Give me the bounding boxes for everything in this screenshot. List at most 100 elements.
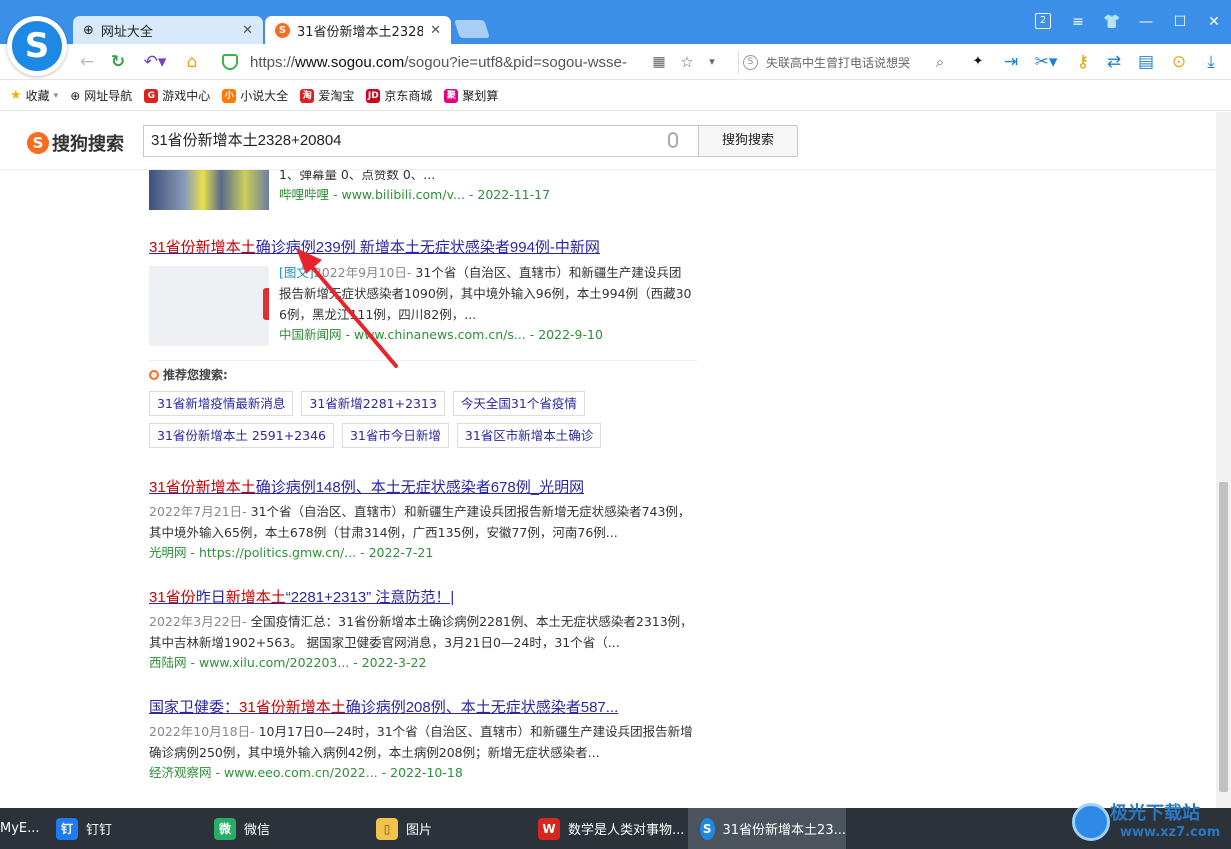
skin-icon[interactable]: 👕 bbox=[1102, 12, 1122, 32]
bookmark-favorites[interactable]: ★ 收藏 ▾ bbox=[10, 87, 58, 104]
related-searches-title: 推荐您搜索: bbox=[149, 366, 697, 383]
result-title-link[interactable]: 31省份新增本土确诊病例239例 新增本土无症状感染者994例-中新网 bbox=[149, 236, 709, 257]
search-result: 31省份昨日新增本土“2281+2313” 注意防范！| 2022年3月22日-… bbox=[149, 586, 709, 673]
result-thumbnail[interactable] bbox=[149, 266, 269, 346]
refresh-icon[interactable]: ↻ bbox=[107, 51, 129, 73]
maximize-icon[interactable]: ☐ bbox=[1170, 12, 1190, 32]
url-text[interactable]: https://www.sogou.com/sogou?ie=utf8&pid=… bbox=[250, 54, 645, 71]
watermark-logo-icon bbox=[1072, 803, 1110, 841]
related-search-chip[interactable]: 31省新增疫情最新消息 bbox=[149, 391, 294, 416]
dropdown-icon[interactable]: ▾ bbox=[705, 51, 719, 73]
close-icon[interactable]: ✕ bbox=[1204, 12, 1224, 32]
new-tab-button[interactable] bbox=[454, 20, 490, 38]
dingtalk-icon: 钉 bbox=[56, 817, 78, 840]
bookmark-jd[interactable]: JD 京东商城 bbox=[366, 87, 432, 104]
related-search-chip[interactable]: 31省份新增本土 2591+2346 bbox=[149, 423, 334, 448]
search-button[interactable]: 搜狗搜索 bbox=[698, 125, 798, 157]
result-source-line[interactable]: 经济观察网 - www.eeo.com.cn/2022... - 2022-10… bbox=[149, 763, 709, 783]
bookmark-juhuasuan[interactable]: 聚聚划算 bbox=[444, 87, 498, 104]
bookmark-novels[interactable]: 小小说大全 bbox=[222, 87, 288, 104]
undo-icon[interactable]: ↶▾ bbox=[140, 51, 170, 73]
search-icon bbox=[149, 369, 159, 380]
tab-nav-site[interactable]: ⊕ 网址大全 ✕ bbox=[73, 16, 263, 44]
site-watermark: 极光下载站 www.xz7.com bbox=[1068, 797, 1228, 847]
book-icon: 小 bbox=[222, 88, 237, 103]
video-thumbnail[interactable] bbox=[149, 166, 269, 210]
microphone-icon[interactable] bbox=[668, 132, 678, 148]
scrollbar-thumb[interactable] bbox=[1219, 482, 1228, 792]
menu-icon[interactable]: ≡ bbox=[1068, 12, 1088, 32]
clip-icon[interactable]: ▤ bbox=[1136, 51, 1156, 73]
divider bbox=[149, 360, 697, 361]
favorite-star-icon[interactable]: ☆ bbox=[678, 51, 696, 73]
key-icon[interactable]: ⚷ bbox=[1073, 51, 1093, 73]
login-icon[interactable]: ⇥ bbox=[1000, 51, 1022, 73]
page-viewport: S 搜狗搜索 31省份新增本土2328+20804 搜狗搜索 1、弹幕量 0、点赞… bbox=[0, 112, 1216, 808]
result-snippet: 2022年3月22日- 全国疫情汇总：31省份新增本土确诊病例2281例、本土无… bbox=[149, 614, 693, 650]
bookmark-taobao[interactable]: 淘爱淘宝 bbox=[300, 87, 354, 104]
taskbar-item-dingtalk[interactable]: 钉钉钉 bbox=[44, 808, 194, 849]
taskbar-item-wps[interactable]: W 数学是人类对事物... bbox=[526, 808, 686, 849]
window-count-badge[interactable]: 2 bbox=[1035, 13, 1051, 29]
search-result: 31省份新增本土确诊病例148例、本土无症状感染者678例_光明网 2022年7… bbox=[149, 476, 709, 563]
result-snippet: [图文]2022年9月10日- 31个省（自治区、直辖市）和新疆生产建设兵团 报告… bbox=[279, 265, 692, 322]
search-input[interactable]: 31省份新增本土2328+20804 bbox=[143, 125, 698, 157]
wechat-icon: 微 bbox=[214, 817, 236, 840]
related-search-chip[interactable]: 31省新增2281+2313 bbox=[301, 391, 445, 416]
star-icon: ★ bbox=[10, 88, 22, 103]
title-bar: ⊕ 网址大全 ✕ S 31省份新增本土2328+2 ✕ 2 ≡ 👕 — ☐ ✕ bbox=[0, 0, 1231, 44]
related-search-chip[interactable]: 31省市今日新增 bbox=[341, 423, 449, 448]
sogou-search-icon: S bbox=[743, 54, 758, 70]
folder-icon: ▯ bbox=[376, 817, 398, 840]
wps-icon: W bbox=[538, 817, 560, 840]
result-snippet: 2022年7月21日- 31个省（自治区、直辖市）和新疆生产建设兵团报告新增无症… bbox=[149, 504, 691, 540]
game-icon: G bbox=[144, 88, 159, 103]
minimize-icon[interactable]: — bbox=[1136, 12, 1156, 32]
result-source-line[interactable]: 中国新闻网 - www.chinanews.com.cn/s... - 2022… bbox=[279, 325, 709, 345]
more-icon[interactable]: ⊙ bbox=[1168, 51, 1190, 73]
result-source-line[interactable]: 西陆网 - www.xilu.com/202203... - 2022-3-22 bbox=[149, 653, 709, 673]
result-title-link[interactable]: 31省份新增本土确诊病例148例、本土无症状感染者678例_光明网 bbox=[149, 476, 709, 497]
tab-search-result[interactable]: S 31省份新增本土2328+2 ✕ bbox=[265, 16, 451, 44]
related-search-chip[interactable]: 今天全国31个省疫情 bbox=[452, 391, 585, 416]
result-snippet: 2022年10月18日- 10月17日0—24时，31个省（自治区、直辖市）和新… bbox=[149, 724, 693, 760]
result-title-link[interactable]: 国家卫健委：31省份新增本土确诊病例208例、本土无症状感染者587... bbox=[149, 696, 709, 717]
result-source-line[interactable]: 哔哩哔哩 - www.bilibili.com/v... - 2022-11-1… bbox=[279, 185, 709, 205]
globe-icon: ⊕ bbox=[70, 88, 81, 103]
vertical-scrollbar[interactable] bbox=[1216, 112, 1231, 808]
download-icon[interactable]: ⤓ bbox=[1200, 51, 1222, 73]
tab-close-icon[interactable]: ✕ bbox=[242, 23, 253, 38]
taskbar-item-browser[interactable]: S 31省份新增本土23... bbox=[688, 808, 846, 849]
search-result: 国家卫健委：31省份新增本土确诊病例208例、本土无症状感染者587... 20… bbox=[149, 696, 709, 783]
browser-logo[interactable]: S bbox=[7, 16, 67, 76]
related-search-chip[interactable]: 31省区市新增本土确诊 bbox=[456, 423, 602, 448]
bookmark-nav[interactable]: ⊕ 网址导航 bbox=[70, 87, 132, 104]
globe-icon: ⊕ bbox=[83, 22, 94, 38]
juhuasuan-icon: 聚 bbox=[444, 88, 459, 103]
taskbar-item-wechat[interactable]: 微微信 bbox=[202, 808, 352, 849]
tab-close-icon[interactable]: ✕ bbox=[430, 23, 441, 38]
result-source-line[interactable]: 光明网 - https://politics.gmw.cn/... - 2022… bbox=[149, 543, 709, 563]
translate-icon[interactable]: ⇄ bbox=[1104, 51, 1124, 73]
taobao-icon: 淘 bbox=[300, 88, 315, 103]
search-icon[interactable]: ⌕ bbox=[930, 51, 950, 73]
hot-search-text[interactable]: 失联高中生曾打电话说想哭 bbox=[766, 54, 931, 71]
search-result: 31省份新增本土确诊病例239例 新增本土无症状感染者994例-中新网 bbox=[149, 236, 709, 257]
extension-icon[interactable]: ✦ bbox=[968, 51, 988, 73]
bookmark-games[interactable]: G 游戏中心 bbox=[144, 87, 210, 104]
back-icon[interactable]: ← bbox=[76, 51, 98, 73]
home-icon[interactable]: ⌂ bbox=[181, 51, 203, 73]
browser-icon: S bbox=[700, 817, 715, 840]
toolbar: ← ↻ ↶▾ ⌂ https://www.sogou.com/sogou?ie=… bbox=[0, 44, 1231, 80]
secure-shield-icon bbox=[222, 54, 238, 70]
sogou-icon: S bbox=[275, 22, 290, 38]
sidebar-search-box[interactable]: S 失联高中生曾打电话说想哭 bbox=[738, 50, 953, 74]
taskbar-item[interactable]: MyE... bbox=[0, 808, 40, 849]
qrcode-icon[interactable]: ▦ bbox=[650, 51, 668, 73]
taskbar-item-folder[interactable]: ▯ 图片 bbox=[364, 808, 524, 849]
taskbar: MyE... 钉钉钉 微微信 ▯ 图片 W 数学是人类对事物... S 31省份新增本… bbox=[0, 808, 1231, 849]
result-title-link[interactable]: 31省份昨日新增本土“2281+2313” 注意防范！| bbox=[149, 586, 709, 607]
sogou-logo[interactable]: S 搜狗搜索 bbox=[27, 130, 124, 156]
bookmarks-bar: ★ 收藏 ▾ ⊕ 网址导航 G 游戏中心 小小说大全 淘爱淘宝 JD 京东商城 聚聚划算 bbox=[0, 81, 1231, 111]
scissors-icon[interactable]: ✂▾ bbox=[1030, 51, 1062, 73]
